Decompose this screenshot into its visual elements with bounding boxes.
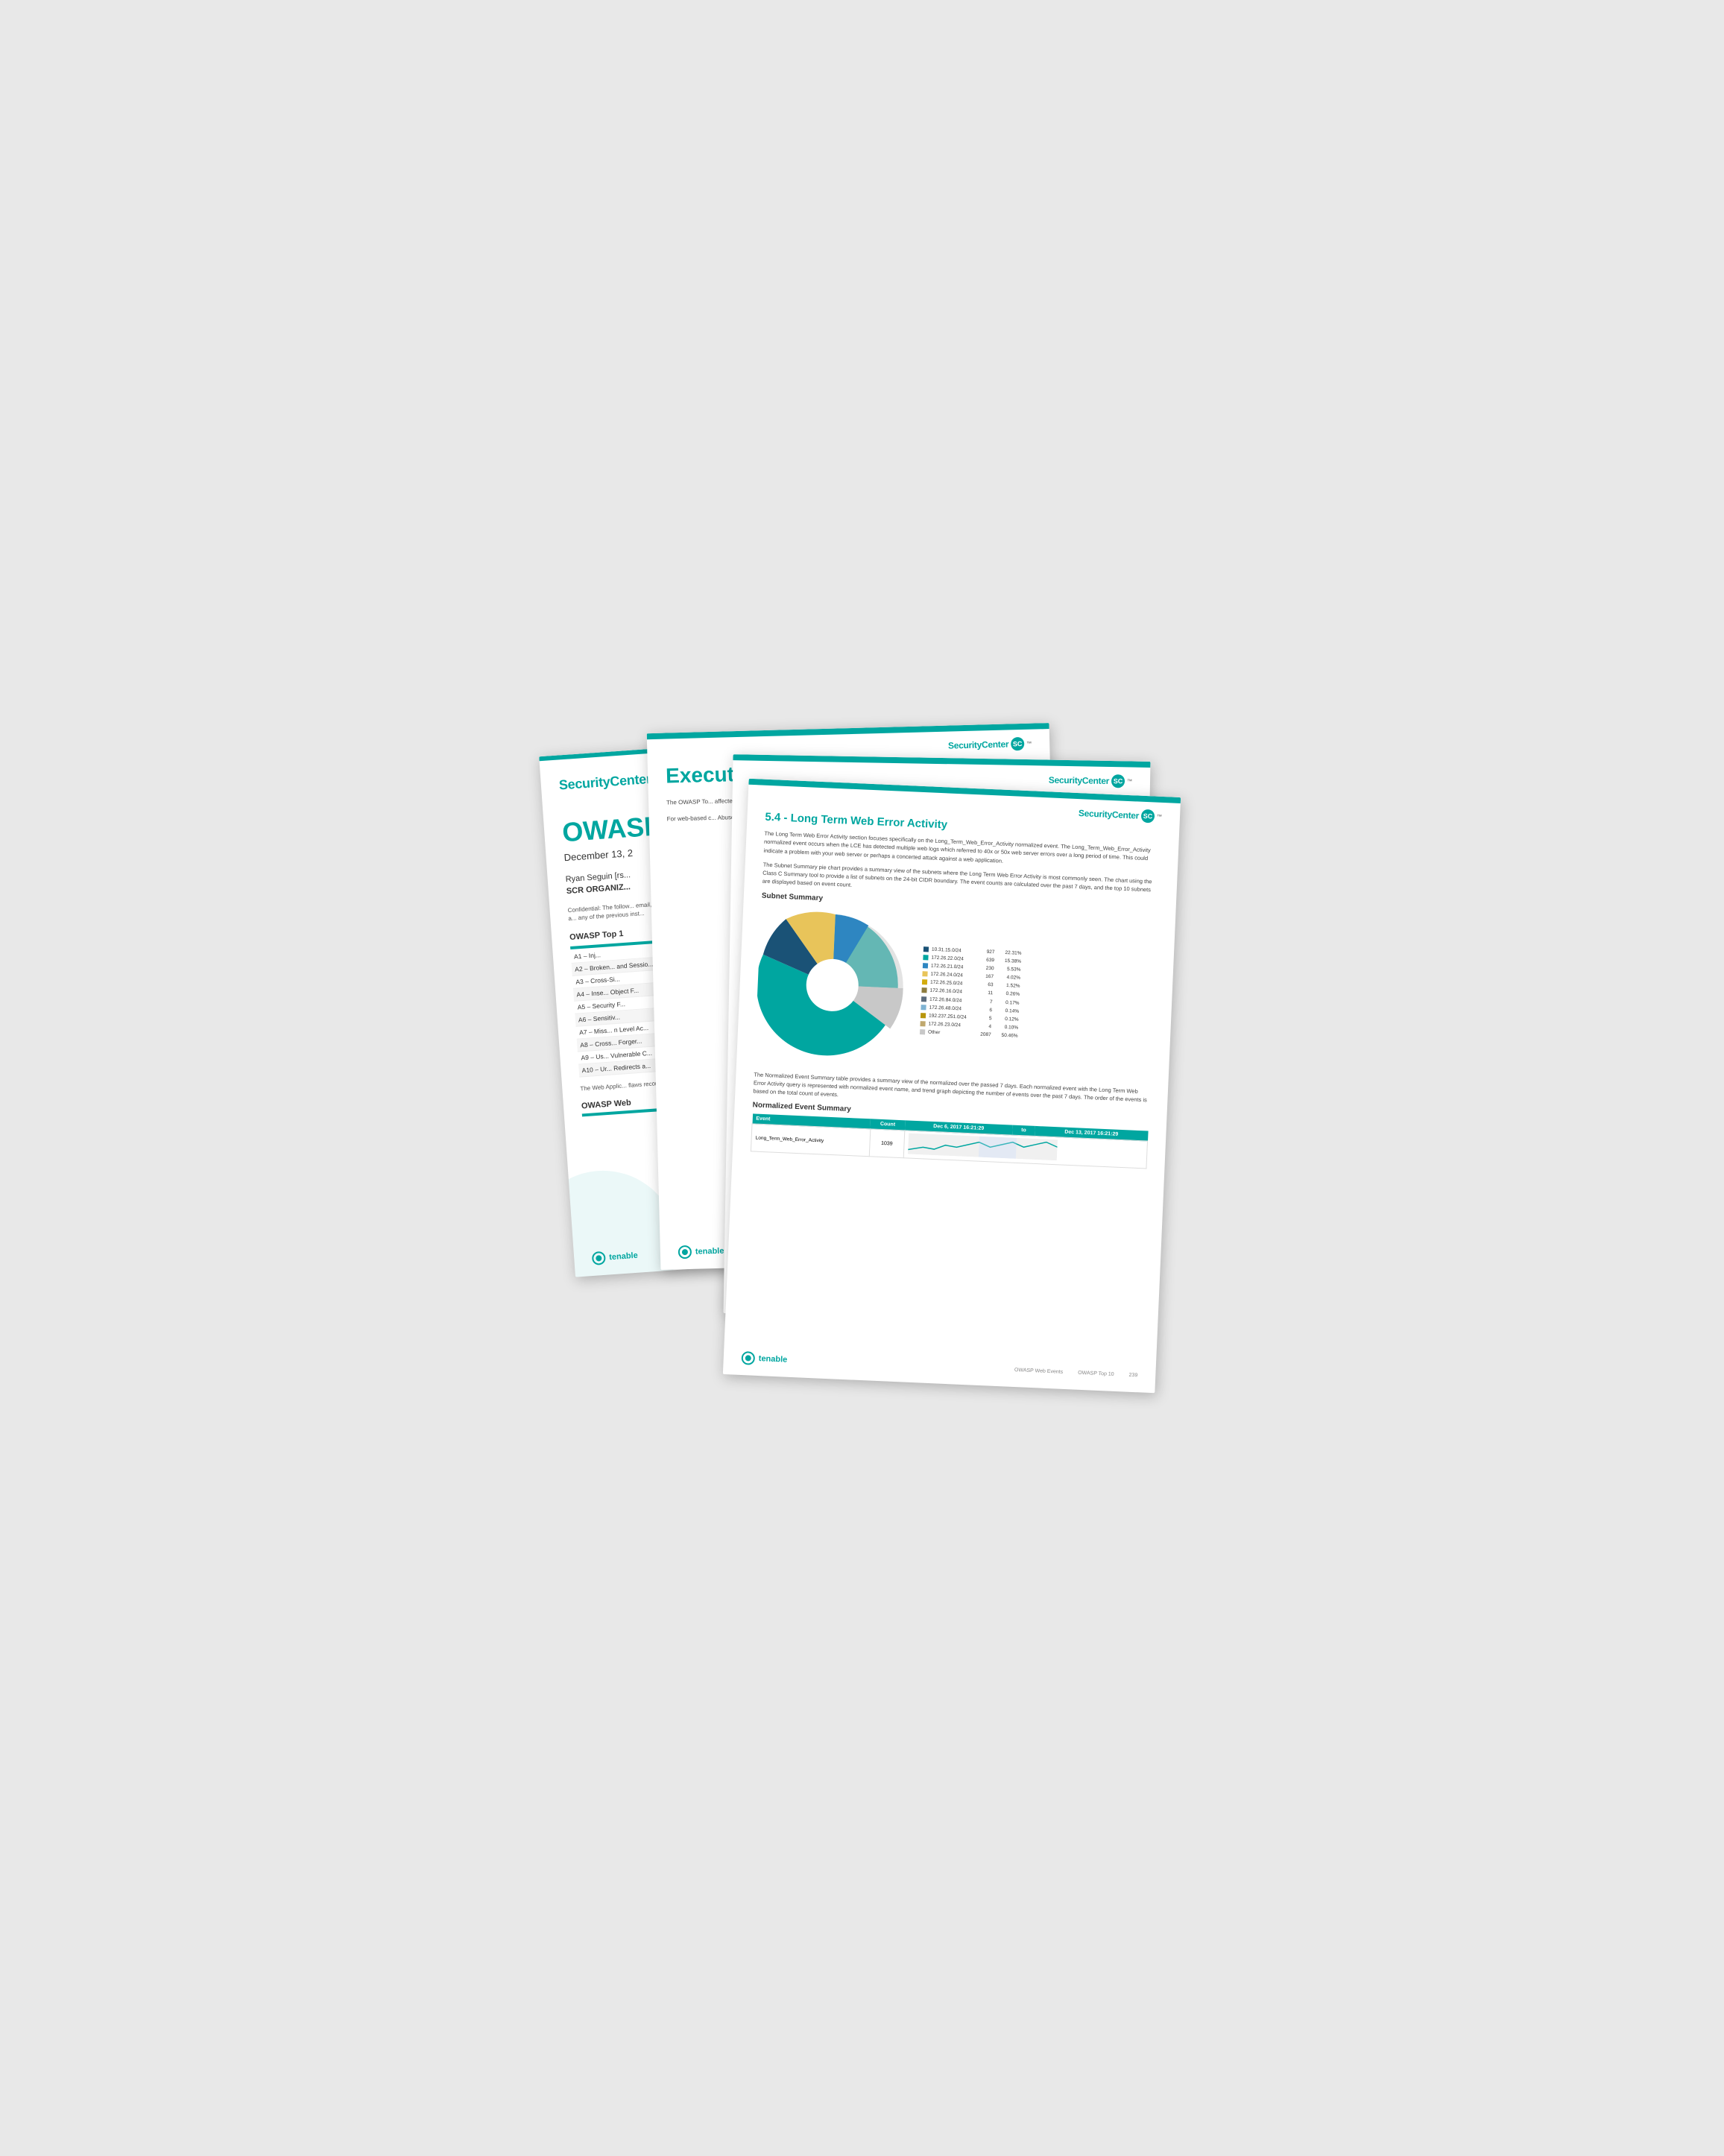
legend-count: 2087: [968, 1029, 991, 1038]
legend-pct: 22.31%: [997, 948, 1021, 957]
sc-logo-icon-2: SC: [1010, 736, 1023, 750]
sc-logo-4: SecurityCenter SC ™: [1078, 806, 1162, 823]
page4-footer: tenable OWASP Web Events OWASP Top 10 23…: [741, 1351, 1137, 1382]
pie-container: [754, 907, 910, 1066]
sc-logo-text-4: SecurityCenter: [1078, 808, 1139, 821]
legend-count: 11: [970, 988, 992, 997]
legend-pct: 15.38%: [997, 956, 1020, 965]
page-longtermweb: SecurityCenter SC ™ 5.4 - Long Term Web …: [722, 778, 1180, 1393]
tenable-icon-4: [741, 1351, 755, 1365]
scene: SecurityCenter SC ™ OWASP December 13, 2…: [557, 713, 1168, 1444]
legend-color: [921, 996, 926, 1001]
tenable-icon-inner-2: [681, 1248, 687, 1254]
footer-page-label: OWASP Top 10: [1078, 1370, 1114, 1376]
sc-logo-tm-4: ™: [1156, 814, 1161, 819]
legend-pct: 0.10%: [994, 1022, 1017, 1031]
pie-legend: 10.31.15.0/24 927 22.31% 172.26.22.0/24 …: [919, 945, 1021, 1040]
legend-pct: 5.53%: [997, 964, 1020, 973]
legend-color: [921, 979, 926, 984]
legend-count: 5: [969, 1013, 991, 1022]
legend-color: [921, 1004, 926, 1009]
subnet-pie-chart: [754, 907, 910, 1063]
page4-footer-right: OWASP Web Events OWASP Top 10 239: [1014, 1367, 1137, 1377]
tenable-text-2: tenable: [695, 1246, 724, 1256]
legend-color: [921, 987, 926, 993]
legend-count: 167: [970, 972, 993, 981]
tenable-icon-inner-4: [745, 1355, 751, 1361]
pie-chart-area: 10.31.15.0/24 927 22.31% 172.26.22.0/24 …: [736, 906, 1175, 1078]
legend-pct: 0.26%: [995, 989, 1019, 998]
legend-count: 927: [972, 947, 994, 956]
legend-count: 4: [968, 1021, 991, 1030]
sc-logo-text-2: SecurityCenter: [947, 739, 1008, 750]
sc-logo-tm-2: ™: [1026, 741, 1032, 746]
legend-color: [923, 946, 928, 952]
legend-count: 7: [970, 996, 992, 1005]
footer-page-num: 239: [1128, 1372, 1137, 1378]
sc-logo-icon-4: SC: [1140, 809, 1155, 823]
sc-logo-text: SecurityCenter: [558, 771, 651, 793]
tenable-icon-2: [678, 1245, 691, 1258]
sc-logo-3: SecurityCenter SC ™: [1048, 773, 1131, 788]
sc-logo-2: SecurityCenter SC ™: [947, 736, 1032, 752]
legend-pct: 0.14%: [994, 1006, 1018, 1015]
tenable-logo-2: tenable: [678, 1244, 724, 1259]
legend-count: 230: [971, 964, 994, 973]
legend-pct: 0.17%: [995, 997, 1019, 1006]
event-name: Long_Term_Web_Error_Activity: [751, 1124, 870, 1157]
trend-graph: [908, 1133, 1058, 1160]
legend-label: Other: [927, 1028, 965, 1037]
legend-color: [920, 1012, 925, 1017]
legend-color: [920, 1020, 925, 1025]
legend-pct: 50.46%: [994, 1031, 1017, 1040]
event-count: 1039: [868, 1129, 904, 1158]
tenable-logo-4: tenable: [741, 1351, 787, 1367]
sc-logo-icon-3: SC: [1111, 774, 1124, 788]
legend-color: [923, 955, 928, 960]
legend-pct: 1.52%: [996, 981, 1020, 990]
legend-count: 63: [970, 980, 993, 989]
legend-pct: 4.02%: [996, 973, 1020, 981]
legend-count: 6: [969, 1005, 991, 1014]
sc-logo-tm-3: ™: [1126, 778, 1131, 783]
legend-pct: 0.12%: [994, 1014, 1018, 1023]
sc-logo-text-3: SecurityCenter: [1048, 774, 1108, 785]
col-to: to: [1011, 1125, 1035, 1136]
tenable-text-4: tenable: [758, 1354, 787, 1365]
legend-color: [922, 963, 927, 968]
legend-color: [922, 971, 927, 976]
legend-count: 639: [971, 955, 994, 964]
footer-owasp-web: OWASP Web Events: [1014, 1367, 1062, 1374]
col-count: Count: [870, 1119, 905, 1131]
legend-color: [919, 1028, 924, 1034]
